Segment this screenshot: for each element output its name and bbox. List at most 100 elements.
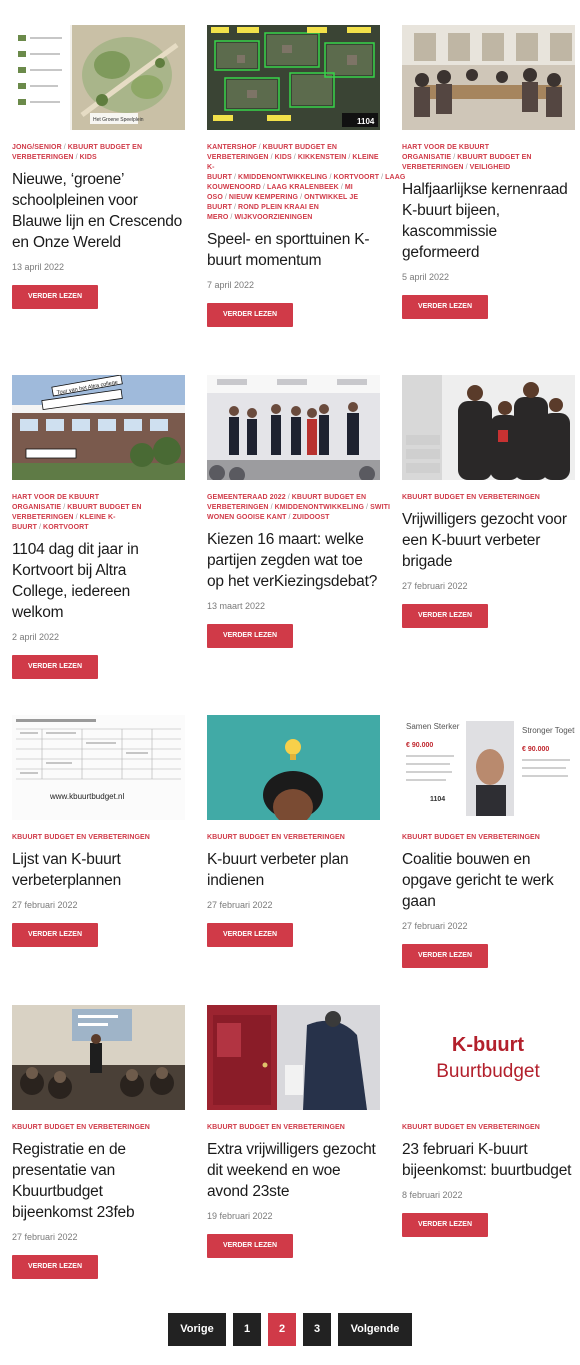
- post-categories[interactable]: KBUURT BUDGET EN VERBETERINGEN: [12, 1123, 185, 1133]
- category-link[interactable]: LAAG KRALENBEEK: [267, 184, 339, 191]
- category-link[interactable]: KBUURT BUDGET EN VERBETERINGEN: [402, 1124, 540, 1131]
- post-thumbnail[interactable]: Het Groene Speelplein: [12, 25, 185, 130]
- post-categories[interactable]: KBUURT BUDGET EN VERBETERINGEN: [402, 1123, 575, 1133]
- post-thumbnail[interactable]: [402, 375, 575, 480]
- thumb-amount-left: € 90.000: [406, 742, 433, 749]
- thumb-caption-right: Stronger Together: [522, 726, 575, 735]
- category-link[interactable]: WIJKVOORZIENINGEN: [234, 214, 312, 221]
- separator: /: [75, 154, 78, 161]
- post-thumbnail[interactable]: K-buurt Buurtbudget: [402, 1005, 575, 1110]
- separator: /: [348, 154, 351, 161]
- post-card: KBUURT BUDGET EN VERBETERINGEN Registrat…: [12, 1005, 185, 1315]
- previous-page-button[interactable]: Vorige: [168, 1313, 226, 1346]
- category-link[interactable]: KORTVOORT: [334, 174, 380, 181]
- post-thumbnail[interactable]: [402, 25, 575, 130]
- category-link[interactable]: KBUURT BUDGET EN VERBETERINGEN: [402, 494, 540, 501]
- category-link[interactable]: KBUURT BUDGET EN VERBETERINGEN: [12, 1124, 150, 1131]
- read-more-button[interactable]: VERDER LEZEN: [12, 1255, 98, 1279]
- thumb-code: 1104: [430, 796, 445, 803]
- post-title[interactable]: K-buurt verbeter plan indienen: [207, 849, 380, 891]
- post-thumbnail[interactable]: www.kbuurtbudget.nl: [12, 715, 185, 820]
- read-more-button[interactable]: VERDER LEZEN: [207, 923, 293, 947]
- category-link[interactable]: GEMEENTERAAD 2022: [207, 494, 286, 501]
- page-3-button[interactable]: 3: [303, 1313, 331, 1346]
- post-categories[interactable]: HART VOOR DE KBUURT ORGANISATIE / KBUURT B…: [402, 143, 575, 173]
- category-link[interactable]: KANTERSHOF: [207, 144, 257, 151]
- read-more-button[interactable]: VERDER LEZEN: [402, 944, 488, 968]
- post-card: HART VOOR DE KBUURT ORGANISATIE / KBUURT B…: [402, 25, 575, 375]
- category-link[interactable]: KORTVOORT: [43, 524, 89, 531]
- post-title[interactable]: Extra vrijwilligers gezocht dit weekend …: [207, 1139, 380, 1202]
- separator: /: [300, 194, 303, 201]
- post-title[interactable]: Vrijwilligers gezocht voor een K-buurt v…: [402, 509, 575, 572]
- next-page-button[interactable]: Volgende: [338, 1313, 412, 1346]
- thumb-caption-left: Samen Sterker: [406, 722, 460, 731]
- post-date: 13 maart 2022: [207, 601, 266, 611]
- category-link[interactable]: VEILIGHEID: [470, 164, 511, 171]
- category-link[interactable]: KBUURT BUDGET EN VERBETERINGEN: [402, 834, 540, 841]
- post-card: www.kbuurtbudget.nl KBUURT BUDGET EN VER…: [12, 715, 185, 1005]
- post-thumbnail[interactable]: Samen Sterker € 90.000 1104 Stronger Tog…: [402, 715, 575, 820]
- post-thumbnail[interactable]: Tour van het Altra college: [12, 375, 185, 480]
- category-link[interactable]: KMIDDENONTWIKKELING: [275, 504, 364, 511]
- post-date: 13 april 2022: [12, 262, 65, 272]
- post-categories[interactable]: JONG/SENIOR / KBUURT BUDGET EN VERBETERING…: [12, 143, 185, 163]
- separator: /: [270, 504, 273, 511]
- post-categories[interactable]: KANTERSHOF / KBUURT BUDGET EN VERBETERINGE…: [207, 143, 405, 223]
- post-title[interactable]: Speel- en sporttuinen K-buurt momentum: [207, 229, 380, 271]
- post-thumbnail[interactable]: 1104: [207, 25, 380, 130]
- separator: /: [453, 154, 456, 161]
- separator: /: [287, 494, 290, 501]
- category-link[interactable]: KBUURT BUDGET EN VERBETERINGEN: [207, 834, 345, 841]
- post-categories[interactable]: KBUURT BUDGET EN VERBETERINGEN: [12, 833, 185, 843]
- post-title[interactable]: 23 februari K-buurt bijeenkomst: buurtbu…: [402, 1139, 575, 1181]
- pagination: Vorige 1 2 3 Volgende: [0, 1313, 580, 1346]
- post-date: 27 februari 2022: [402, 581, 468, 591]
- post-title[interactable]: Coalitie bouwen en opgave gericht te wer…: [402, 849, 575, 912]
- post-thumbnail[interactable]: [207, 375, 380, 480]
- read-more-button[interactable]: VERDER LEZEN: [207, 303, 293, 327]
- separator: /: [381, 174, 384, 181]
- read-more-button[interactable]: VERDER LEZEN: [207, 1234, 293, 1258]
- post-thumbnail[interactable]: [207, 715, 380, 820]
- read-more-button[interactable]: VERDER LEZEN: [402, 604, 488, 628]
- category-link[interactable]: KMIDDENONTWIKKELING: [238, 174, 327, 181]
- post-row: KBUURT BUDGET EN VERBETERINGEN Registrat…: [12, 1005, 578, 1315]
- post-date: 2 april 2022: [12, 632, 60, 642]
- read-more-button[interactable]: VERDER LEZEN: [402, 295, 488, 319]
- category-link[interactable]: KBUURT BUDGET EN VERBETERINGEN: [207, 1124, 345, 1131]
- category-link[interactable]: KIDS: [80, 154, 97, 161]
- post-row: Het Groene Speelplein JONG/SENIOR / KBUURT…: [12, 25, 578, 375]
- post-categories[interactable]: KBUURT BUDGET EN VERBETERINGEN: [402, 833, 575, 843]
- post-title[interactable]: Registratie en de presentatie van Kbuurt…: [12, 1139, 185, 1223]
- category-link[interactable]: ZUIDOOST: [293, 514, 330, 521]
- read-more-button[interactable]: VERDER LEZEN: [402, 1213, 488, 1237]
- post-title[interactable]: Kiezen 16 maart: welke partijen zegden w…: [207, 529, 380, 592]
- post-categories[interactable]: GEMEENTERAAD 2022/KBUURT BUDGET EN VERBE…: [207, 493, 390, 523]
- separator: /: [224, 194, 227, 201]
- category-link[interactable]: KIDS: [275, 154, 292, 161]
- read-more-button[interactable]: VERDER LEZEN: [12, 923, 98, 947]
- post-thumbnail[interactable]: [12, 1005, 185, 1110]
- read-more-button[interactable]: VERDER LEZEN: [12, 285, 98, 309]
- page-2-button-current[interactable]: 2: [268, 1313, 296, 1346]
- post-categories[interactable]: HART VOOR DE KBUURT ORGANISATIE / KBUURT B…: [12, 493, 185, 533]
- category-link[interactable]: KBUURT BUDGET EN VERBETERINGEN: [12, 834, 150, 841]
- category-link[interactable]: JONG/SENIOR: [12, 144, 62, 151]
- post-title[interactable]: Nieuwe, ‘groene’ schoolpleinen voor Blau…: [12, 169, 185, 253]
- post-title[interactable]: 1104 dag dit jaar in Kortvoort bij Altra…: [12, 539, 185, 623]
- page-1-button[interactable]: 1: [233, 1313, 261, 1346]
- separator: /: [75, 514, 78, 521]
- post-title[interactable]: Lijst van K-buurt verbeterplannen: [12, 849, 185, 891]
- post-card: K-buurt Buurtbudget KBUURT BUDGET EN VER…: [402, 1005, 575, 1315]
- read-more-button[interactable]: VERDER LEZEN: [12, 655, 98, 679]
- post-title[interactable]: Halfjaarlijkse kernenraad K-buurt bijeen…: [402, 179, 575, 263]
- post-thumbnail[interactable]: [207, 1005, 380, 1110]
- post-categories[interactable]: KBUURT BUDGET EN VERBETERINGEN: [207, 1123, 380, 1133]
- post-categories[interactable]: KBUURT BUDGET EN VERBETERINGEN: [402, 493, 575, 503]
- category-link[interactable]: NIEUW KEMPERING: [229, 194, 298, 201]
- category-link[interactable]: KIKKENSTEIN: [298, 154, 347, 161]
- post-categories[interactable]: KBUURT BUDGET EN VERBETERINGEN: [207, 833, 380, 843]
- separator: /: [288, 514, 291, 521]
- read-more-button[interactable]: VERDER LEZEN: [207, 624, 293, 648]
